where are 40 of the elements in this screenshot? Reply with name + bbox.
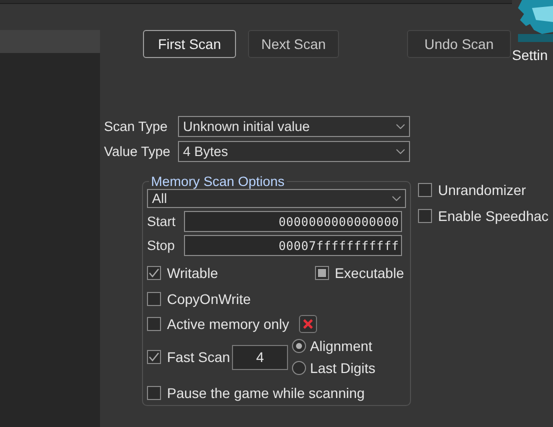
x-icon: [303, 319, 314, 329]
start-address-field[interactable]: 0000000000000000: [184, 211, 402, 232]
radio-button[interactable]: [292, 339, 306, 353]
checkbox[interactable]: [418, 209, 432, 223]
checkbox[interactable]: [147, 386, 161, 400]
scan-type-label: Scan Type: [104, 119, 169, 134]
checkbox-label: Pause the game while scanning: [167, 385, 365, 401]
stop-label: Stop: [147, 238, 176, 253]
scan-button[interactable]: First Scan: [143, 30, 236, 58]
radio-label: Alignment: [310, 338, 372, 354]
checkbox[interactable]: [314, 266, 329, 280]
group-title: Memory Scan Options: [150, 174, 286, 189]
checkbox-label: Unrandomizer: [438, 182, 526, 198]
checkbox[interactable]: [147, 350, 161, 364]
stop-address-field[interactable]: 00007fffffffffff: [184, 235, 402, 256]
region-dropdown[interactable]: All: [147, 189, 406, 208]
fast-scan-field[interactable]: 4: [232, 344, 288, 370]
clear-button[interactable]: [299, 315, 318, 333]
checkbox[interactable]: [147, 292, 161, 306]
checkbox-label: CopyOnWrite: [167, 291, 251, 307]
chevron-down-icon: [396, 149, 405, 154]
value-type-label: Value Type: [104, 144, 172, 159]
scan-button[interactable]: Next Scan: [248, 30, 339, 58]
value-type-dropdown[interactable]: 4 Bytes: [178, 141, 410, 162]
chevron-down-icon: [392, 196, 401, 201]
checkbox[interactable]: [418, 183, 432, 197]
checkbox[interactable]: [147, 266, 161, 280]
checkbox-label: Executable: [334, 265, 404, 281]
scan-type-dropdown[interactable]: Unknown initial value: [178, 116, 410, 137]
checkbox-label: Active memory only: [167, 316, 290, 332]
checkbox[interactable]: [147, 317, 161, 331]
chevron-down-icon: [396, 124, 405, 129]
checkbox-label: Enable Speedhac: [438, 208, 549, 224]
scan-button[interactable]: Undo Scan: [407, 30, 511, 58]
radio-button[interactable]: [292, 361, 306, 375]
settings-label[interactable]: Settin: [512, 47, 548, 63]
radio-label: Last Digits: [310, 360, 376, 376]
start-label: Start: [147, 214, 177, 229]
checkbox-label: Fast Scan: [167, 349, 230, 365]
checkbox-label: Writable: [167, 265, 218, 281]
